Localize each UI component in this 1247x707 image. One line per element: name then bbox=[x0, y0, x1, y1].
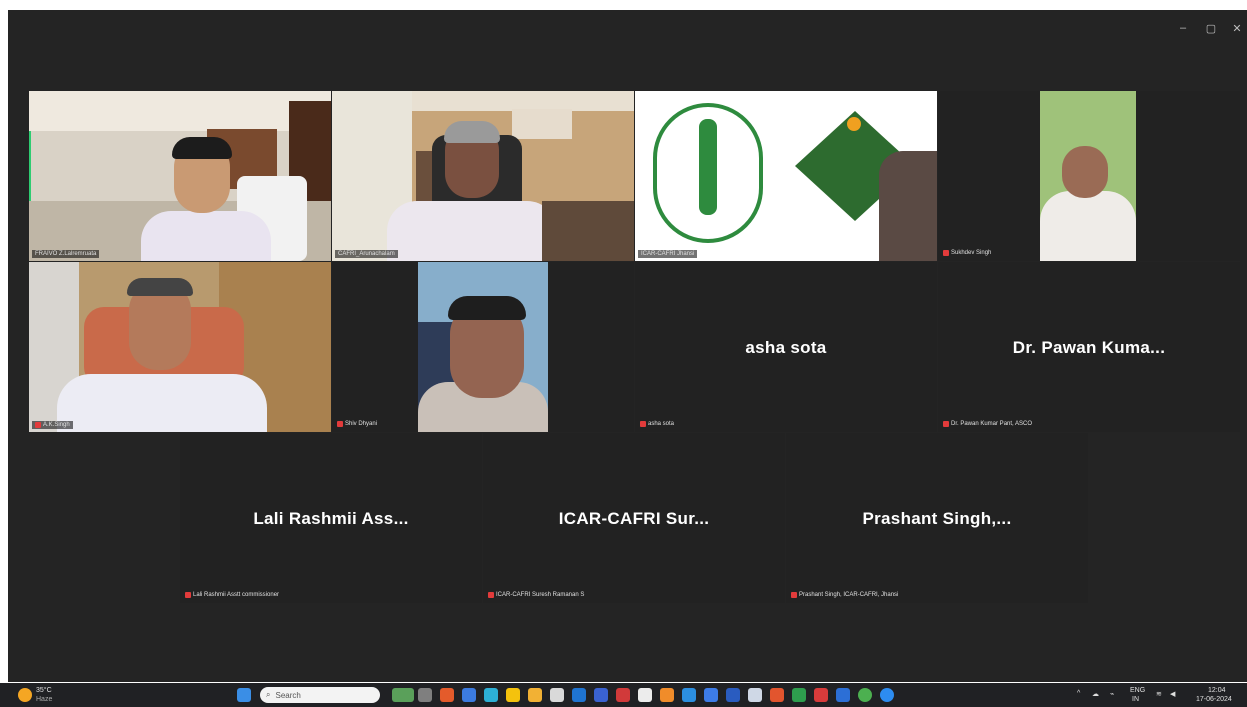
zoom-icon[interactable] bbox=[880, 688, 894, 702]
chrome-icon[interactable] bbox=[506, 688, 520, 702]
close-button[interactable]: ✕ bbox=[1230, 22, 1244, 35]
person-head bbox=[1062, 146, 1108, 198]
person-torso bbox=[57, 374, 267, 432]
app-icon-1[interactable] bbox=[440, 688, 454, 702]
taskbar: 35°C Haze ⌕ Search ^ ☁ ⌁ ENG IN ≋ ◀ 12:0… bbox=[0, 683, 1247, 707]
app-icon-4[interactable] bbox=[572, 688, 586, 702]
minimize-button[interactable]: – bbox=[1176, 22, 1190, 34]
chevron-up-icon[interactable]: ^ bbox=[1077, 690, 1080, 697]
weather-desc: Haze bbox=[36, 696, 53, 703]
person-hair bbox=[448, 296, 526, 320]
app-icon-12[interactable] bbox=[748, 688, 762, 702]
search-input[interactable]: ⌕ Search bbox=[260, 687, 380, 703]
mic-muted-icon bbox=[337, 421, 343, 427]
edge-icon[interactable] bbox=[484, 688, 498, 702]
participant-label: asha sota bbox=[640, 421, 674, 427]
app-icon-3[interactable] bbox=[550, 688, 564, 702]
participant-label: Prashant Singh, ICAR-CAFRI, Jhansi bbox=[791, 592, 898, 598]
person-hair bbox=[172, 137, 232, 159]
icar-logo-wheat bbox=[699, 119, 717, 215]
taskview-icon[interactable] bbox=[418, 688, 432, 702]
start-icon[interactable] bbox=[237, 688, 251, 702]
desk bbox=[542, 201, 634, 261]
participant-tile-p7[interactable]: asha sota asha sota bbox=[635, 262, 937, 432]
mic-muted-icon bbox=[943, 421, 949, 427]
weather-temp: 35°C bbox=[36, 687, 52, 694]
participant-tile-p9[interactable]: Lali Rashmii Ass... Lali Rashmii Asstt c… bbox=[180, 433, 482, 603]
network-icon[interactable]: ⌁ bbox=[1110, 690, 1114, 698]
cafri-logo-sun bbox=[847, 117, 861, 131]
participant-name: ICAR-CAFRI Sur... bbox=[558, 509, 710, 528]
participant-tile-p5[interactable]: A.K.Singh bbox=[29, 262, 331, 432]
app-icon-14[interactable] bbox=[792, 688, 806, 702]
app-icon-2[interactable] bbox=[462, 688, 476, 702]
widget-icon[interactable] bbox=[392, 688, 414, 702]
participant-name: Lali Rashmii Ass... bbox=[253, 509, 409, 528]
participant-tile-p4[interactable]: Sukhdev Singh bbox=[938, 91, 1240, 261]
wifi-icon[interactable]: ≋ bbox=[1156, 690, 1162, 698]
participant-tile-p2[interactable]: CAFRI_Arunachalam bbox=[332, 91, 634, 261]
participant-name: Prashant Singh,... bbox=[862, 509, 1012, 528]
app-icon-9[interactable] bbox=[682, 688, 696, 702]
participant-tile-p8[interactable]: Dr. Pawan Kuma... Dr. Pawan Kumar Pant, … bbox=[938, 262, 1240, 432]
participant-label: CAFRI_Arunachalam bbox=[335, 250, 398, 258]
person-torso bbox=[141, 211, 271, 261]
mic-muted-icon bbox=[488, 592, 494, 598]
app-icon-8[interactable] bbox=[660, 688, 674, 702]
cloud-icon[interactable]: ☁ bbox=[1092, 690, 1099, 698]
participant-name: Dr. Pawan Kuma... bbox=[1012, 338, 1166, 357]
ceiling bbox=[29, 91, 331, 131]
participant-label: A.K.Singh bbox=[32, 421, 73, 429]
language-indicator[interactable]: ENG bbox=[1130, 687, 1145, 694]
volume-icon[interactable]: ◀ bbox=[1170, 690, 1175, 698]
app-icon-15[interactable] bbox=[814, 688, 828, 702]
clock-date[interactable]: 17-06-2024 bbox=[1196, 696, 1232, 703]
restore-button[interactable]: ▢ bbox=[1204, 22, 1218, 35]
app-icon-7[interactable] bbox=[638, 688, 652, 702]
mic-muted-icon bbox=[640, 421, 646, 427]
participant-name: asha sota bbox=[745, 338, 827, 357]
app-icon-13[interactable] bbox=[770, 688, 784, 702]
participant-label: ICAR-CAFRI Suresh Ramanan S bbox=[488, 592, 584, 598]
app-icon-17[interactable] bbox=[858, 688, 872, 702]
video-meeting-window: – ▢ ✕ FRAIVO Z.Lalremruata CAFRI_Arunach… bbox=[8, 10, 1247, 682]
participant-label: FRAIVO Z.Lalremruata bbox=[32, 250, 100, 258]
folder-icon[interactable] bbox=[528, 688, 542, 702]
person-hair bbox=[444, 121, 500, 143]
mic-muted-icon bbox=[185, 592, 191, 598]
search-placeholder: Search bbox=[275, 690, 301, 700]
person-torso bbox=[387, 201, 557, 261]
participant-tile-p10[interactable]: ICAR-CAFRI Sur... ICAR-CAFRI Suresh Rama… bbox=[483, 433, 785, 603]
app-icon-11[interactable] bbox=[726, 688, 740, 702]
weather-icon[interactable] bbox=[18, 688, 32, 702]
person-hair bbox=[127, 278, 193, 296]
search-icon: ⌕ bbox=[266, 690, 271, 699]
participant-tile-p3[interactable]: ICAR-CAFRI Jhansi bbox=[635, 91, 937, 261]
participant-tile-p6[interactable]: Shiv Dhyani bbox=[332, 262, 634, 432]
mic-muted-icon bbox=[35, 422, 41, 428]
app-icon-6[interactable] bbox=[616, 688, 630, 702]
wall-frames bbox=[512, 109, 572, 139]
participant-label: Shiv Dhyani bbox=[337, 421, 377, 427]
participant-tile-p1[interactable]: FRAIVO Z.Lalremruata bbox=[29, 91, 331, 261]
app-icon-16[interactable] bbox=[836, 688, 850, 702]
app-icon-5[interactable] bbox=[594, 688, 608, 702]
region-indicator: IN bbox=[1132, 696, 1139, 703]
person-torso bbox=[1040, 191, 1136, 261]
clock-time[interactable]: 12:04 bbox=[1208, 687, 1226, 694]
desktop: – ▢ ✕ FRAIVO Z.Lalremruata CAFRI_Arunach… bbox=[0, 0, 1247, 707]
participant-label: Dr. Pawan Kumar Pant, ASCO bbox=[943, 421, 1032, 427]
participant-tile-p11[interactable]: Prashant Singh,... Prashant Singh, ICAR-… bbox=[786, 433, 1088, 603]
participant-label: Lali Rashmii Asstt commissioner bbox=[185, 592, 279, 598]
mic-muted-icon bbox=[943, 250, 949, 256]
participant-label: Sukhdev Singh bbox=[943, 250, 991, 256]
person-partial bbox=[879, 151, 937, 261]
app-icon-10[interactable] bbox=[704, 688, 718, 702]
mic-muted-icon bbox=[791, 592, 797, 598]
participant-label: ICAR-CAFRI Jhansi bbox=[638, 250, 698, 258]
